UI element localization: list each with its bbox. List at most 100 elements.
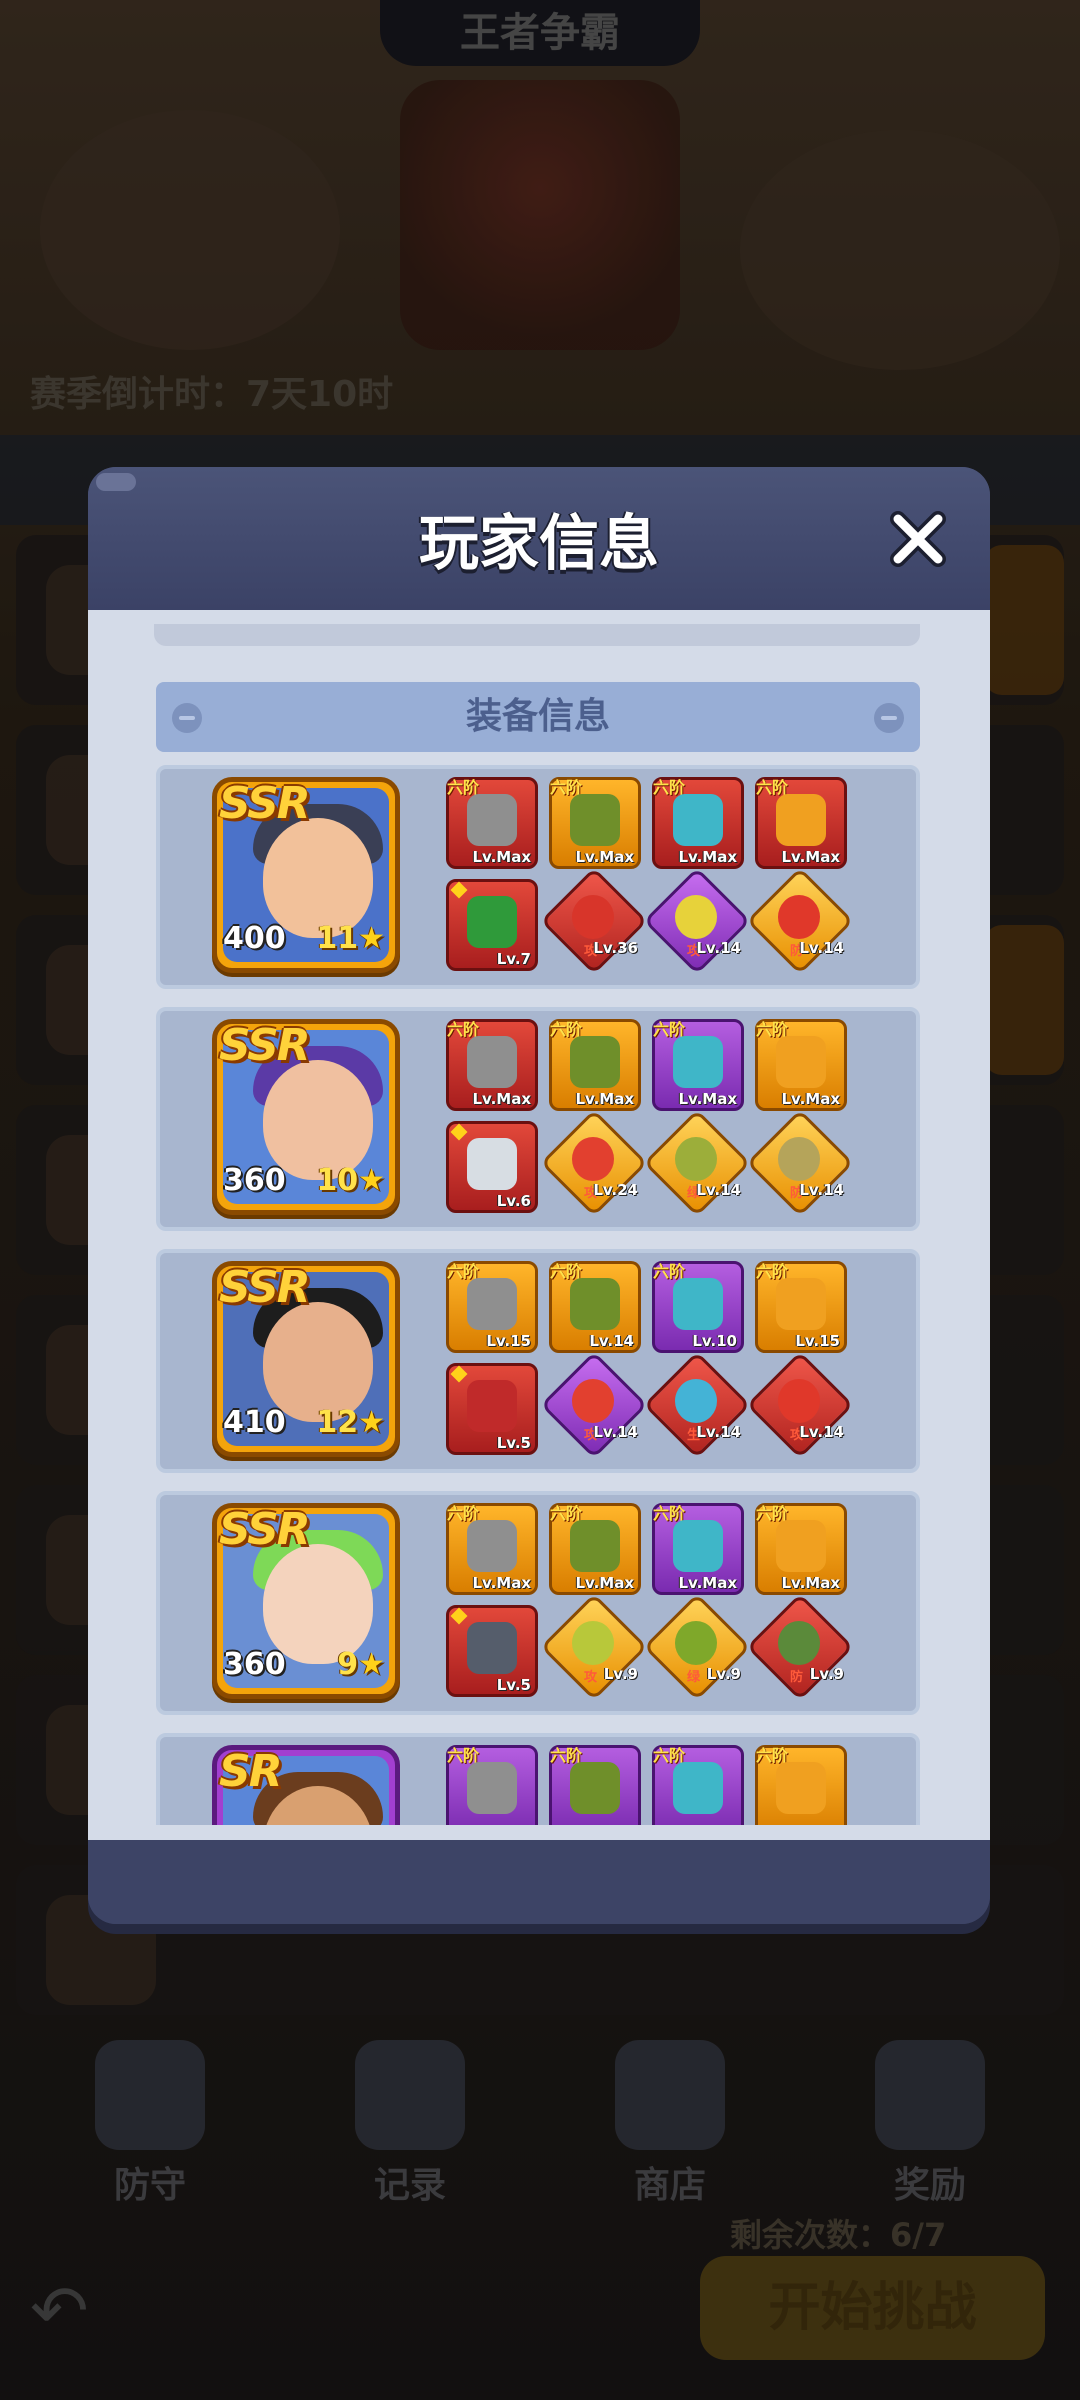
star-icon: ★ xyxy=(358,921,385,956)
equipment-slot[interactable]: 六阶 xyxy=(446,1745,538,1825)
weapon-slot[interactable]: Lv.5 xyxy=(446,1363,538,1455)
equipment-slot[interactable]: 六阶 Lv.Max xyxy=(755,1503,847,1595)
close-icon[interactable] xyxy=(886,507,950,571)
equipment-slot[interactable]: 六阶 Lv.10 xyxy=(652,1261,744,1353)
star-icon: ★ xyxy=(358,1647,385,1682)
pet-type-tag: 防 xyxy=(790,1670,804,1685)
equipment-level: Lv.Max xyxy=(575,1574,634,1592)
mask-icon xyxy=(776,1762,826,1814)
star-icon xyxy=(450,881,468,899)
dialog-body[interactable]: 装备信息 SSR 400 11★ 六阶 Lv.Max 六阶 Lv.Max 六阶 Lv.Max 六阶… xyxy=(88,610,990,1840)
pet-slot[interactable]: 攻 Lv.24 xyxy=(540,1109,648,1217)
pet-slot[interactable]: 绿 Lv.14 xyxy=(643,1109,751,1217)
item-level: Lv.5 xyxy=(496,1434,531,1452)
armor-vest-icon xyxy=(570,794,620,846)
hero-equipment-list[interactable]: SSR 400 11★ 六阶 Lv.Max 六阶 Lv.Max 六阶 Lv.Max 六阶 Lv.Ma… xyxy=(88,765,990,1825)
equipment-section-header: 装备信息 xyxy=(156,682,920,752)
hero-portrait[interactable]: SSR 360 10★ xyxy=(212,1019,400,1215)
hero-card[interactable]: SSR 360 10★ 六阶 Lv.Max 六阶 Lv.Max 六阶 Lv.Max 六阶 Lv.Ma… xyxy=(156,1007,920,1231)
hero-card[interactable]: SR 六阶 六阶 六阶 六阶 xyxy=(156,1733,920,1825)
equipment-slot[interactable]: 六阶 Lv.Max xyxy=(446,1503,538,1595)
glove-icon xyxy=(673,1036,723,1088)
equipment-slot[interactable]: 六阶 Lv.Max xyxy=(652,1019,744,1111)
mask-icon xyxy=(776,1278,826,1330)
durian-icon xyxy=(675,1137,717,1181)
pet-level: Lv.14 xyxy=(696,1423,741,1441)
pet-level: Lv.14 xyxy=(696,1181,741,1199)
equipment-slot[interactable]: 六阶 Lv.Max xyxy=(549,777,641,869)
dialog-footer xyxy=(88,1840,990,1924)
pet-slot[interactable]: 攻 Lv.9 xyxy=(540,1593,648,1701)
tomato-icon xyxy=(572,1137,614,1181)
weapon-slot[interactable]: Lv.6 xyxy=(446,1121,538,1213)
equipment-slot[interactable]: 六阶 Lv.15 xyxy=(446,1261,538,1353)
pet-level: Lv.14 xyxy=(799,1181,844,1199)
equipment-slot[interactable]: 六阶 Lv.Max xyxy=(652,777,744,869)
pet-slot[interactable]: 防 Lv.9 xyxy=(746,1593,854,1701)
equipment-slot[interactable]: 六阶 Lv.Max xyxy=(549,1503,641,1595)
chainsaw-icon xyxy=(467,1278,517,1330)
pet-slot[interactable]: 防 Lv.14 xyxy=(746,1109,854,1217)
knife-icon xyxy=(467,1138,517,1190)
hero-star-level: 9★ xyxy=(337,1647,385,1682)
weapon-slot[interactable]: Lv.5 xyxy=(446,1605,538,1697)
equipment-slot[interactable]: 六阶 Lv.15 xyxy=(755,1261,847,1353)
hero-card[interactable]: SSR 400 11★ 六阶 Lv.Max 六阶 Lv.Max 六阶 Lv.Max 六阶 Lv.Ma… xyxy=(156,765,920,989)
mask-icon xyxy=(776,794,826,846)
equipment-level: Lv.Max xyxy=(472,1574,531,1592)
armor-vest-icon xyxy=(570,1278,620,1330)
equipment-slot[interactable]: 六阶 Lv.Max xyxy=(446,777,538,869)
rarity-badge: SR xyxy=(219,1746,283,1797)
pet-type-tag: 攻 xyxy=(584,1670,598,1685)
chainsaw-icon xyxy=(467,1036,517,1088)
equipment-slot[interactable]: 六阶 Lv.Max xyxy=(549,1019,641,1111)
mask-icon xyxy=(776,1520,826,1572)
equipment-level: Lv.Max xyxy=(781,1574,840,1592)
equipment-slot[interactable]: 六阶 Lv.Max xyxy=(446,1019,538,1111)
rarity-badge: SSR xyxy=(219,1020,311,1071)
hero-portrait[interactable]: SSR 400 11★ xyxy=(212,777,400,973)
pet-level: Lv.9 xyxy=(706,1665,741,1683)
dialog-title: 玩家信息 xyxy=(419,509,659,579)
pet-slot[interactable]: 绿 Lv.9 xyxy=(643,1593,751,1701)
hero-card[interactable]: SSR 410 12★ 六阶 Lv.15 六阶 Lv.14 六阶 Lv.10 六阶 Lv.15 Lv.… xyxy=(156,1249,920,1473)
pet-slot[interactable]: 攻 Lv.14 xyxy=(540,1351,648,1459)
rarity-badge: SSR xyxy=(219,1262,311,1313)
hero-portrait[interactable]: SSR 410 12★ xyxy=(212,1261,400,1457)
glove-icon xyxy=(673,1278,723,1330)
equipment-slot[interactable]: 六阶 xyxy=(549,1745,641,1825)
pet-slot[interactable]: 攻 Lv.14 xyxy=(643,867,751,975)
glove-icon xyxy=(673,1762,723,1814)
equipment-slot[interactable]: 六阶 Lv.Max xyxy=(755,1019,847,1111)
pet-level: Lv.14 xyxy=(593,1423,638,1441)
weapon-slot[interactable]: Lv.7 xyxy=(446,879,538,971)
star-icon xyxy=(450,1365,468,1383)
equipment-level: Lv.10 xyxy=(692,1332,737,1350)
equipment-level: Lv.Max xyxy=(781,1090,840,1108)
equipment-slot[interactable]: 六阶 xyxy=(652,1745,744,1825)
chainsaw-icon xyxy=(467,1762,517,1814)
potato-icon xyxy=(778,1137,820,1181)
pet-slot[interactable]: 生 Lv.14 xyxy=(643,1351,751,1459)
rarity-badge: SSR xyxy=(219,1504,311,1555)
pet-level: Lv.14 xyxy=(799,1423,844,1441)
pet-slot[interactable]: 攻 Lv.36 xyxy=(540,867,648,975)
corn-icon xyxy=(572,1621,614,1665)
equipment-slot[interactable]: 六阶 Lv.Max xyxy=(755,777,847,869)
pet-level: Lv.9 xyxy=(809,1665,844,1683)
billiard-ball-icon xyxy=(467,896,517,948)
pet-slot[interactable]: 攻 Lv.14 xyxy=(746,1351,854,1459)
item-level: Lv.5 xyxy=(496,1676,531,1694)
section-title: 装备信息 xyxy=(465,696,610,737)
tomato-icon xyxy=(572,1379,614,1423)
equipment-slot[interactable]: 六阶 xyxy=(755,1745,847,1825)
equipment-level: Lv.Max xyxy=(472,1090,531,1108)
equipment-slot[interactable]: 六阶 Lv.14 xyxy=(549,1261,641,1353)
equipment-slot[interactable]: 六阶 Lv.Max xyxy=(652,1503,744,1595)
hero-star-level: 11★ xyxy=(316,921,385,956)
pet-slot[interactable]: 防 Lv.14 xyxy=(746,867,854,975)
hero-portrait[interactable]: SSR 360 9★ xyxy=(212,1503,400,1699)
hero-card[interactable]: SSR 360 9★ 六阶 Lv.Max 六阶 Lv.Max 六阶 Lv.Max 六阶 Lv.Max… xyxy=(156,1491,920,1715)
dialog-header: 玩家信息 xyxy=(88,467,990,610)
hero-portrait[interactable]: SR xyxy=(212,1745,400,1825)
